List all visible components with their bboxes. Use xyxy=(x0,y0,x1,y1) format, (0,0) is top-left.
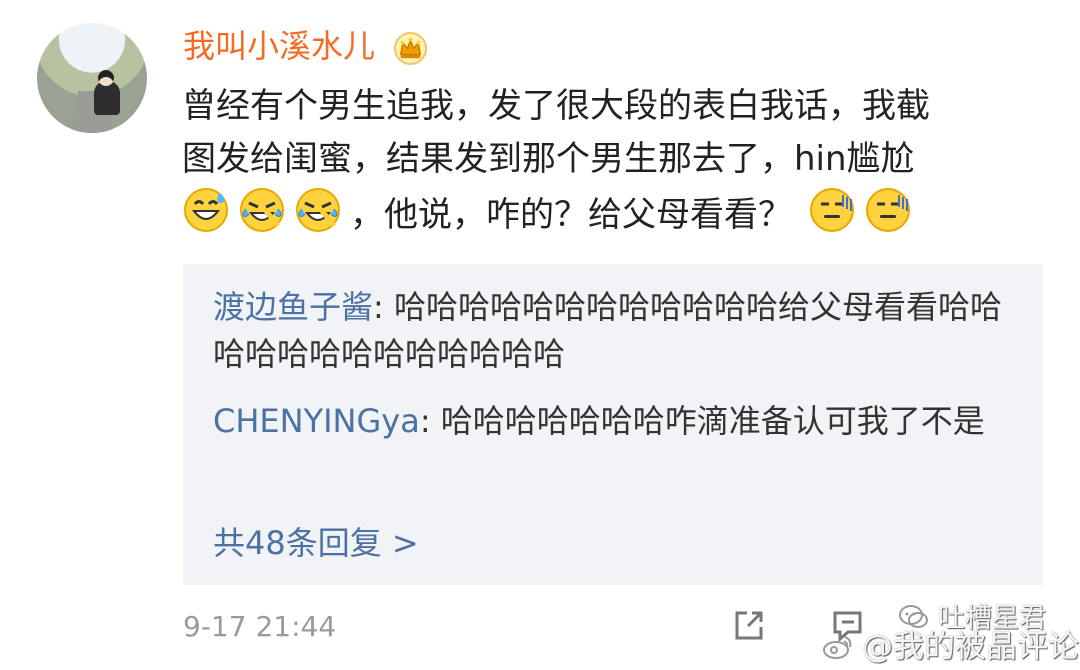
reply-separator: : xyxy=(419,402,441,440)
username-row[interactable]: 我叫小溪水儿 xyxy=(183,27,428,66)
more-replies-link[interactable]: 共48条回复 > xyxy=(213,521,419,565)
post-time: 9-17 21:44 xyxy=(183,610,337,643)
post-line-3: ，他说，咋的？给父母看看？ xyxy=(182,186,1042,239)
wechat-icon xyxy=(899,605,928,628)
reply-text: 哈哈哈哈哈哈哈咋滴准备认可我了不是 xyxy=(440,402,985,440)
sweat-smile-emoji xyxy=(184,188,228,232)
speechless-emoji xyxy=(810,188,854,232)
avatar[interactable] xyxy=(37,23,147,133)
post-line-2: 图发给闺蜜，结果发到那个男生那去了，hin尴尬 xyxy=(182,139,915,179)
weibo-icon xyxy=(823,636,852,659)
speechless-emoji xyxy=(866,188,910,232)
reply-author-name[interactable]: CHENYINGya xyxy=(213,402,420,440)
reply-item[interactable]: CHENYINGya: 哈哈哈哈哈哈哈咋滴准备认可我了不是 xyxy=(213,398,1013,445)
username[interactable]: 我叫小溪水儿 xyxy=(183,27,375,65)
reply-item[interactable]: 渡边鱼子酱: 哈哈哈哈哈哈哈哈哈哈哈哈给父母看看哈哈哈哈哈哈哈哈哈哈哈哈哈 xyxy=(213,284,1013,378)
laughing-crying-emoji xyxy=(240,188,284,232)
post-line-1: 曾经有个男生追我，发了很大段的表白我话，我截 xyxy=(182,86,930,126)
post-line-3-text: ，他说，咋的？给父母看看？ xyxy=(350,195,792,235)
post-text: 曾经有个男生追我，发了很大段的表白我话，我截 图发给闺蜜，结果发到那个男生那去了… xyxy=(182,80,1042,239)
laughing-crying-emoji xyxy=(296,188,340,232)
avatar-head xyxy=(98,70,114,86)
share-icon[interactable] xyxy=(730,607,767,644)
avatar-person xyxy=(94,81,120,115)
reply-author-name[interactable]: 渡边鱼子酱 xyxy=(213,288,373,326)
reply-separator: : xyxy=(373,288,394,326)
crown-icon xyxy=(394,31,428,65)
watermark-bottom: @我的被晶评论 xyxy=(822,628,1079,666)
watermark-bottom-text: @我的被晶评论 xyxy=(862,629,1079,665)
reply-box: 渡边鱼子酱: 哈哈哈哈哈哈哈哈哈哈哈哈给父母看看哈哈哈哈哈哈哈哈哈哈哈哈哈 CH… xyxy=(183,264,1043,585)
